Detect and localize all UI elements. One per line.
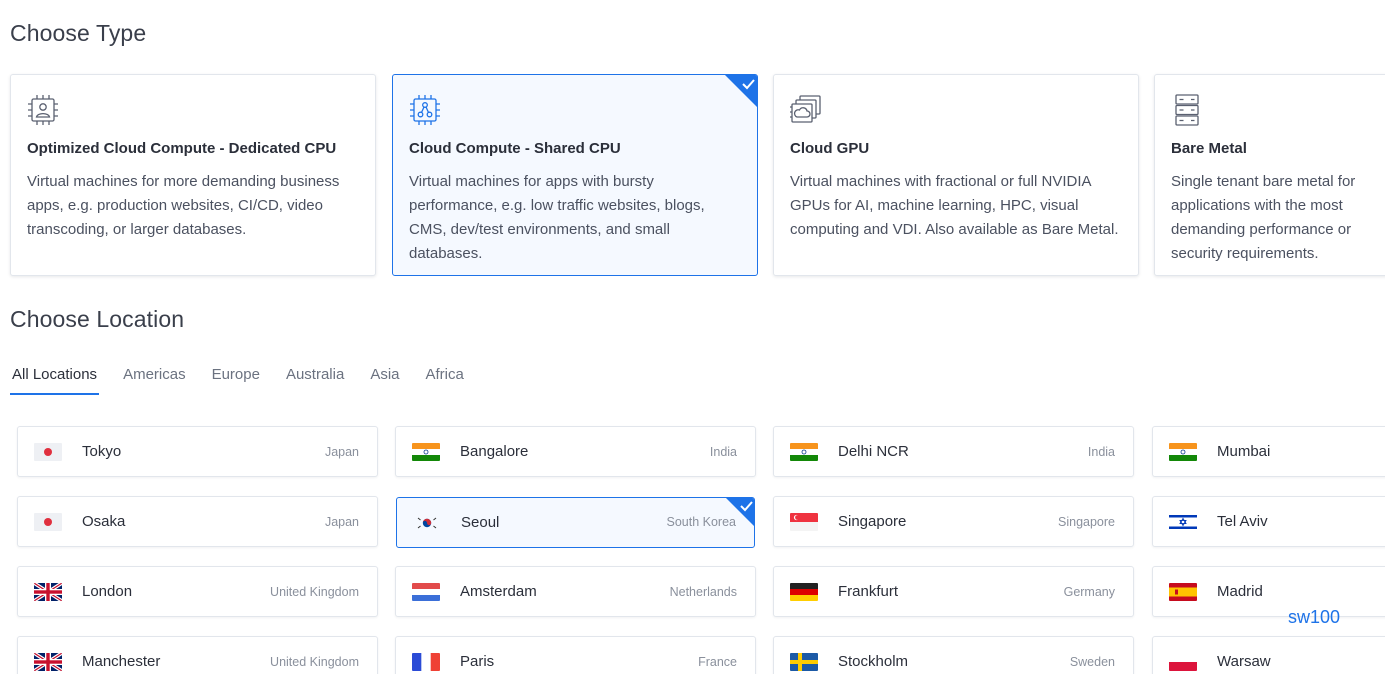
japan-flag-icon (34, 513, 62, 531)
location-city: Warsaw (1217, 653, 1271, 670)
location-country: France (698, 655, 737, 669)
location-city: Singapore (838, 513, 907, 530)
location-card-manchester[interactable]: Manchester United Kingdom (17, 636, 378, 674)
location-card-bangalore[interactable]: Bangalore India (395, 426, 756, 477)
location-city: Madrid (1217, 583, 1263, 600)
choose-type-title: Choose Type (10, 20, 147, 46)
location-city: London (82, 583, 133, 600)
type-description: Virtual machines with fractional or full… (790, 173, 1119, 238)
israel-flag-icon (1169, 513, 1197, 531)
location-city: Delhi NCR (838, 443, 909, 460)
type-description: Virtual machines for apps with bursty pe… (409, 173, 705, 262)
spain-flag-icon (1169, 583, 1197, 601)
uk-flag-icon (34, 653, 62, 671)
location-card-mumbai[interactable]: Mumbai (1152, 426, 1385, 477)
chip-user-icon (28, 95, 58, 125)
location-country: India (1087, 445, 1115, 459)
type-card-cloud-compute-shared[interactable]: Cloud Compute - Shared CPU Virtual machi… (392, 74, 758, 276)
gpu-stack-icon (790, 95, 821, 123)
location-card-seoul[interactable]: Seoul South Korea (396, 497, 755, 548)
location-card-stockholm[interactable]: Stockholm Sweden (773, 636, 1134, 674)
location-city: Stockholm (838, 653, 909, 670)
location-city: Seoul (461, 514, 500, 531)
tab-asia[interactable]: Asia (368, 364, 401, 395)
location-city: Osaka (82, 513, 126, 530)
location-country: Netherlands (669, 585, 737, 599)
location-country: Singapore (1058, 515, 1115, 529)
type-name: Cloud Compute - Shared CPU (409, 140, 621, 157)
india-flag-icon (790, 443, 818, 461)
location-card-osaka[interactable]: Osaka Japan (17, 496, 378, 547)
location-card-london[interactable]: London United Kingdom (17, 566, 378, 617)
location-card-amsterdam[interactable]: Amsterdam Netherlands (395, 566, 756, 617)
india-flag-icon (412, 443, 440, 461)
location-city: Paris (460, 653, 495, 670)
selected-check-icon (726, 498, 754, 526)
location-city: Frankfurt (838, 583, 899, 600)
choose-location-title: Choose Location (10, 306, 185, 332)
location-card-warsaw[interactable]: Warsaw (1152, 636, 1385, 674)
location-city: Bangalore (460, 443, 529, 460)
type-card-bare-metal[interactable]: Bare Metal Single tenant bare metal for … (1154, 74, 1385, 276)
japan-flag-icon (34, 443, 62, 461)
location-card-tel-aviv[interactable]: Tel Aviv (1152, 496, 1385, 547)
location-country: Sweden (1069, 655, 1115, 669)
location-region-tabs: All Locations Americas Europe Australia … (10, 364, 488, 396)
selected-check-icon (725, 75, 757, 107)
location-country: United Kingdom (270, 585, 359, 599)
uk-flag-icon (34, 583, 62, 601)
location-country: Germany (1063, 585, 1115, 599)
france-flag-icon (412, 653, 440, 671)
chip-network-icon (410, 95, 440, 125)
server-rack-icon (1175, 94, 1199, 126)
type-name: Optimized Cloud Compute - Dedicated CPU (27, 140, 337, 157)
location-card-delhi-ncr[interactable]: Delhi NCR India (773, 426, 1134, 477)
location-card-madrid[interactable]: Madrid (1152, 566, 1385, 617)
netherlands-flag-icon (412, 583, 440, 601)
location-card-paris[interactable]: Paris France (395, 636, 756, 674)
location-card-tokyo[interactable]: Tokyo Japan (17, 426, 378, 477)
location-city: Manchester (82, 653, 161, 670)
tab-europe[interactable]: Europe (210, 364, 262, 395)
location-city: Amsterdam (460, 583, 537, 600)
tab-all-locations[interactable]: All Locations (10, 364, 100, 395)
location-city: Tel Aviv (1217, 513, 1268, 530)
type-description: Virtual machines for more demanding busi… (27, 173, 340, 238)
location-card-frankfurt[interactable]: Frankfurt Germany (773, 566, 1134, 617)
tab-australia[interactable]: Australia (284, 364, 346, 395)
type-card-cloud-gpu[interactable]: Cloud GPU Virtual machines with fraction… (773, 74, 1139, 276)
sweden-flag-icon (790, 653, 818, 671)
location-city: Mumbai (1217, 443, 1271, 460)
watermark-label: sw100 (1288, 607, 1341, 627)
tab-americas[interactable]: Americas (121, 364, 188, 395)
location-card-singapore[interactable]: Singapore Singapore (773, 496, 1134, 547)
type-name: Cloud GPU (790, 140, 870, 157)
location-country: India (709, 445, 737, 459)
germany-flag-icon (790, 583, 818, 601)
location-country: Japan (324, 515, 359, 529)
type-name: Bare Metal (1171, 140, 1247, 157)
singapore-flag-icon (790, 513, 818, 531)
type-description: Single tenant bare metal for application… (1171, 173, 1356, 262)
south-korea-flag-icon (413, 514, 441, 532)
india-flag-icon (1169, 443, 1197, 461)
location-country: United Kingdom (270, 655, 359, 669)
location-country: Japan (324, 445, 359, 459)
type-card-optimized-cloud-compute[interactable]: Optimized Cloud Compute - Dedicated CPU … (10, 74, 376, 276)
tab-africa[interactable]: Africa (424, 364, 466, 395)
location-city: Tokyo (82, 443, 122, 460)
poland-flag-icon (1169, 653, 1197, 671)
